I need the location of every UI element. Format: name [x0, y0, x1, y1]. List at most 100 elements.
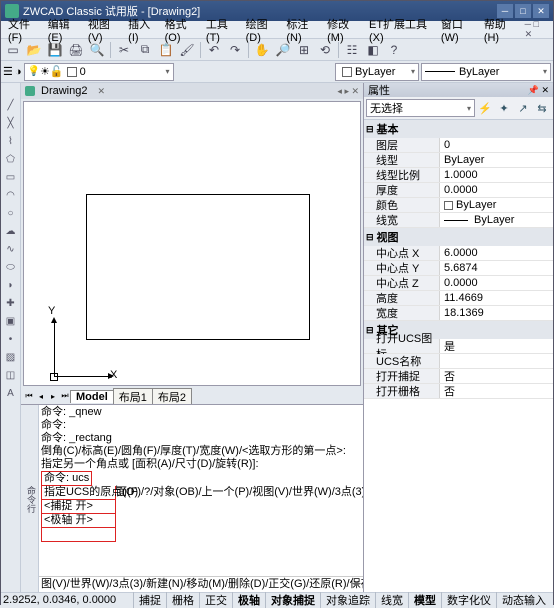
prop-row[interactable]: 宽度18.1369 [364, 306, 553, 321]
match-icon[interactable]: 🖌 [177, 40, 197, 60]
save-icon[interactable]: 💾 [45, 40, 65, 60]
prop-group[interactable]: 视图 [364, 228, 553, 246]
prop-value[interactable]: 5.6874 [440, 262, 553, 274]
prop-row[interactable]: 中心点 Z0.0000 [364, 276, 553, 291]
tab-model[interactable]: Model [70, 390, 114, 403]
color-combo[interactable]: ByLayer [335, 63, 419, 81]
close-button[interactable]: ✕ [533, 4, 549, 18]
spline-icon[interactable]: ∿ [3, 241, 19, 257]
mode-tablet[interactable]: 数字化仪 [441, 592, 496, 608]
prop-row[interactable]: 打开捕捉否 [364, 369, 553, 384]
mode-snap[interactable]: 捕捉 [133, 592, 166, 608]
revcloud-icon[interactable]: ☁ [3, 223, 19, 239]
dc-icon[interactable]: ◧ [363, 40, 383, 60]
redo-icon[interactable]: ↷ [225, 40, 245, 60]
pin-icon[interactable]: 📌 ✕ [528, 85, 549, 96]
xline-icon[interactable]: ╳ [3, 115, 19, 131]
circle-icon[interactable]: ○ [3, 205, 19, 221]
cut-icon[interactable]: ✂ [114, 40, 134, 60]
prop-value[interactable]: 11.4669 [440, 292, 553, 304]
hatch-icon[interactable]: ▨ [3, 349, 19, 365]
zoomwin-icon[interactable]: ⊞ [294, 40, 314, 60]
prop-row[interactable]: 颜色ByLayer [364, 198, 553, 213]
help-icon[interactable]: ? [384, 40, 404, 60]
doc-close-icon[interactable]: ✕ [97, 86, 105, 97]
new-icon[interactable]: ▭ [3, 40, 23, 60]
prop-row[interactable]: 线型比例1.0000 [364, 168, 553, 183]
ellipsearc-icon[interactable]: ◗ [3, 277, 19, 293]
prop-value[interactable]: ByLayer [440, 199, 553, 211]
polygon-icon[interactable]: ⬠ [3, 151, 19, 167]
command-log[interactable]: 命令: _qnew 命令: 命令: _rectang 倒角(C)/标高(E)/圆… [39, 405, 363, 592]
tab-first-icon[interactable]: ⏮ [23, 390, 35, 402]
linetype-combo[interactable]: ByLayer [421, 63, 551, 81]
prop-value[interactable]: 6.0000 [440, 247, 553, 259]
prop-group[interactable]: 基本 [364, 120, 553, 138]
copy-icon[interactable]: ⧉ [135, 40, 155, 60]
prop-value[interactable]: 18.1369 [440, 307, 553, 319]
region-icon[interactable]: ◫ [3, 367, 19, 383]
prop-value[interactable]: 否 [440, 368, 553, 384]
rect-icon[interactable]: ▭ [3, 169, 19, 185]
prop-icon[interactable]: ☷ [342, 40, 362, 60]
mode-polar[interactable]: 极轴 [232, 592, 265, 608]
point-icon[interactable]: • [3, 331, 19, 347]
zoom-icon[interactable]: 🔎 [273, 40, 293, 60]
mode-ortho[interactable]: 正交 [199, 592, 232, 608]
doc-tab-title[interactable]: Drawing2 [41, 85, 87, 97]
pan-icon[interactable]: ✋ [252, 40, 272, 60]
prop-value[interactable]: 0.0000 [440, 277, 553, 289]
prop-row[interactable]: 中心点 X6.0000 [364, 246, 553, 261]
mode-grid[interactable]: 栅格 [166, 592, 199, 608]
prop-row[interactable]: 厚度0.0000 [364, 183, 553, 198]
prop-value[interactable]: 否 [440, 383, 553, 399]
prop-row[interactable]: 图层0 [364, 138, 553, 153]
prop-value[interactable]: ByLayer [440, 154, 553, 166]
line-icon[interactable]: ╱ [3, 97, 19, 113]
paste-icon[interactable]: 📋 [156, 40, 176, 60]
pline-icon[interactable]: ⌇ [3, 133, 19, 149]
properties-grid[interactable]: 基本图层0线型ByLayer线型比例1.0000厚度0.0000颜色ByLaye… [364, 119, 553, 592]
arc-icon[interactable]: ◠ [3, 187, 19, 203]
layeriso-icon[interactable]: ◑ [15, 66, 22, 78]
mode-lwt[interactable]: 线宽 [375, 592, 408, 608]
zoomprev-icon[interactable]: ⟲ [315, 40, 335, 60]
pickadd-icon[interactable]: ✦ [495, 99, 513, 117]
print-icon[interactable]: 🖨 [66, 40, 86, 60]
prop-row[interactable]: UCS名称 [364, 354, 553, 369]
tab-next-icon[interactable]: ▸ [47, 390, 59, 402]
mode-osnap[interactable]: 对象捕捉 [265, 592, 320, 608]
mode-dyn[interactable]: 动态输入 [496, 592, 551, 608]
open-icon[interactable]: 📂 [24, 40, 44, 60]
layerprop-icon[interactable]: ☰ [3, 65, 13, 78]
prop-row[interactable]: 线型ByLayer [364, 153, 553, 168]
scroll-arrows-icon[interactable]: ◂▸ [352, 577, 361, 590]
drawing-canvas[interactable]: Y X [23, 101, 361, 386]
quickselect-icon[interactable]: ⚡ [476, 99, 494, 117]
prop-row[interactable]: 打开UCS图标是 [364, 339, 553, 354]
mode-otrack[interactable]: 对象追踪 [320, 592, 375, 608]
undo-icon[interactable]: ↶ [204, 40, 224, 60]
prop-value[interactable]: 1.0000 [440, 169, 553, 181]
selectobj-icon[interactable]: ↗ [514, 99, 532, 117]
prop-value[interactable]: 0.0000 [440, 184, 553, 196]
text-icon[interactable]: A [3, 385, 19, 401]
toggle-icon[interactable]: ⇆ [533, 99, 551, 117]
prop-value[interactable]: 是 [440, 338, 553, 354]
insert-icon[interactable]: ✚ [3, 295, 19, 311]
menu-help[interactable]: 帮助(H) [481, 16, 520, 44]
prop-row[interactable]: 打开栅格否 [364, 384, 553, 399]
prop-value[interactable]: ByLayer [440, 214, 553, 226]
prop-row[interactable]: 中心点 Y5.6874 [364, 261, 553, 276]
tab-prev-icon[interactable]: ◂ [35, 390, 47, 402]
prop-row[interactable]: 线宽ByLayer [364, 213, 553, 228]
ellipse-icon[interactable]: ⬭ [3, 259, 19, 275]
mode-model[interactable]: 模型 [408, 592, 441, 608]
preview-icon[interactable]: 🔍 [87, 40, 107, 60]
block-icon[interactable]: ▣ [3, 313, 19, 329]
prop-row[interactable]: 高度11.4669 [364, 291, 553, 306]
tab-layout1[interactable]: 布局1 [113, 388, 153, 405]
menu-window[interactable]: 窗口(W) [438, 16, 479, 44]
layer-combo[interactable]: 💡 ☀ 🔓 0 [24, 63, 174, 81]
selection-combo[interactable]: 无选择 [366, 99, 475, 117]
